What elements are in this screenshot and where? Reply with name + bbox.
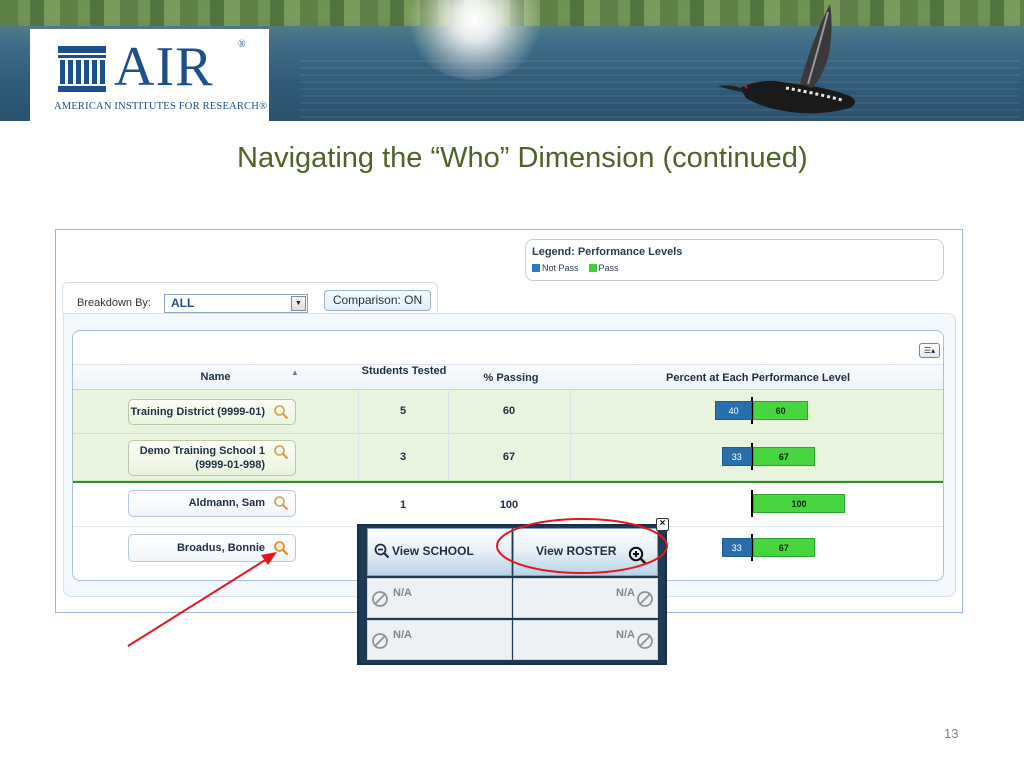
- not-available-icon: [637, 591, 653, 607]
- percent-passing: 100: [499, 499, 519, 511]
- logo-subtitle: AMERICAN INSTITUTES FOR RESEARCH®: [54, 101, 268, 112]
- close-icon[interactable]: ×: [656, 518, 669, 531]
- building-icon: [58, 46, 106, 92]
- logo-wordmark: AIR: [114, 36, 214, 98]
- pass-bar: 67: [753, 447, 815, 466]
- loon-bird-image: [718, 4, 855, 114]
- magnifier-icon[interactable]: [273, 540, 289, 556]
- table-row: Training District (9999-01) 5 60: [73, 390, 943, 434]
- not-available-icon: [637, 633, 653, 649]
- column-header-percent-passing[interactable]: % Passing: [461, 372, 561, 384]
- magnifier-icon[interactable]: [273, 404, 289, 420]
- student-name-button[interactable]: Aldmann, Sam: [128, 490, 296, 517]
- view-roster-label: View ROSTER: [536, 544, 617, 558]
- table-header: Name ▲ Students Tested % Passing Percent…: [73, 364, 943, 390]
- breakdown-label: Breakdown By:: [77, 297, 151, 309]
- legend-swatch-pass: [588, 264, 597, 272]
- pass-bar: 100: [753, 494, 845, 513]
- logo-registered-mark: ®: [238, 39, 246, 50]
- column-menu-icon[interactable]: ☰▴: [919, 343, 940, 358]
- student-name: Broadus, Bonnie: [176, 542, 265, 554]
- student-name: Aldmann, Sam: [188, 497, 265, 509]
- performance-legend: Legend: Performance Levels Not Pass Pass: [525, 239, 944, 281]
- entity-name-button[interactable]: Training District (9999-01): [128, 399, 296, 425]
- legend-title: Legend: Performance Levels: [532, 246, 683, 258]
- popup-cell-na: N/A: [367, 620, 512, 660]
- not-pass-bar: 40: [715, 401, 752, 420]
- view-school-button[interactable]: View SCHOOL: [367, 528, 512, 576]
- page-number: 13: [944, 726, 959, 741]
- student-name-button[interactable]: Broadus, Bonnie: [128, 534, 296, 562]
- legend-label-not-pass: Not Pass: [542, 263, 579, 273]
- magnifier-icon[interactable]: [273, 495, 289, 511]
- entity-name: Training District (9999-01): [130, 406, 266, 418]
- not-available-icon: [372, 633, 388, 649]
- legend-label-pass: Pass: [598, 263, 619, 273]
- percent-passing: 67: [502, 451, 516, 463]
- breakdown-select[interactable]: ALL ▼: [164, 294, 308, 313]
- zoom-out-icon: [374, 543, 390, 559]
- breakdown-selected-value: ALL: [171, 296, 195, 310]
- view-roster-button[interactable]: View ROSTER: [513, 528, 658, 576]
- students-tested: 5: [399, 405, 407, 417]
- magnifier-icon[interactable]: [273, 444, 289, 460]
- entity-name-button[interactable]: Demo Training School 1 (9999-01-998): [128, 440, 296, 476]
- chevron-down-icon[interactable]: ▼: [291, 296, 306, 311]
- air-logo: AIR ® AMERICAN INSTITUTES FOR RESEARCH®: [30, 29, 269, 121]
- pass-bar: 60: [753, 401, 809, 420]
- pass-bar: 67: [753, 538, 815, 557]
- percent-passing: 60: [502, 405, 516, 417]
- column-header-name[interactable]: Name: [153, 371, 278, 383]
- drilldown-popup: View SCHOOL View ROSTER N/A N/A N/A N/A: [357, 524, 667, 665]
- view-school-label: View SCHOOL: [392, 544, 474, 558]
- students-tested: 3: [399, 451, 407, 463]
- not-pass-bar: 33: [721, 538, 752, 557]
- legend-swatch-not-pass: [532, 264, 540, 272]
- popup-cell-na: N/A: [513, 578, 658, 618]
- entity-code: (9999-01-998): [195, 459, 265, 471]
- legend-items: Not Pass Pass: [532, 263, 619, 273]
- popup-cell-na: N/A: [367, 578, 512, 618]
- banner-water: [300, 60, 1020, 120]
- column-header-performance-levels[interactable]: Percent at Each Performance Level: [643, 372, 873, 384]
- entity-name: Demo Training School 1: [139, 445, 265, 457]
- not-pass-bar: 33: [721, 447, 752, 466]
- not-available-icon: [372, 591, 388, 607]
- slide-title: Navigating the “Who” Dimension (continue…: [237, 142, 808, 174]
- sort-ascending-icon[interactable]: ▲: [291, 368, 299, 377]
- popup-cell-na: N/A: [513, 620, 658, 660]
- comparison-toggle-button[interactable]: Comparison: ON: [324, 290, 431, 311]
- students-tested: 1: [399, 499, 407, 511]
- column-header-students-tested[interactable]: Students Tested: [359, 365, 449, 377]
- zoom-in-icon: [628, 546, 647, 565]
